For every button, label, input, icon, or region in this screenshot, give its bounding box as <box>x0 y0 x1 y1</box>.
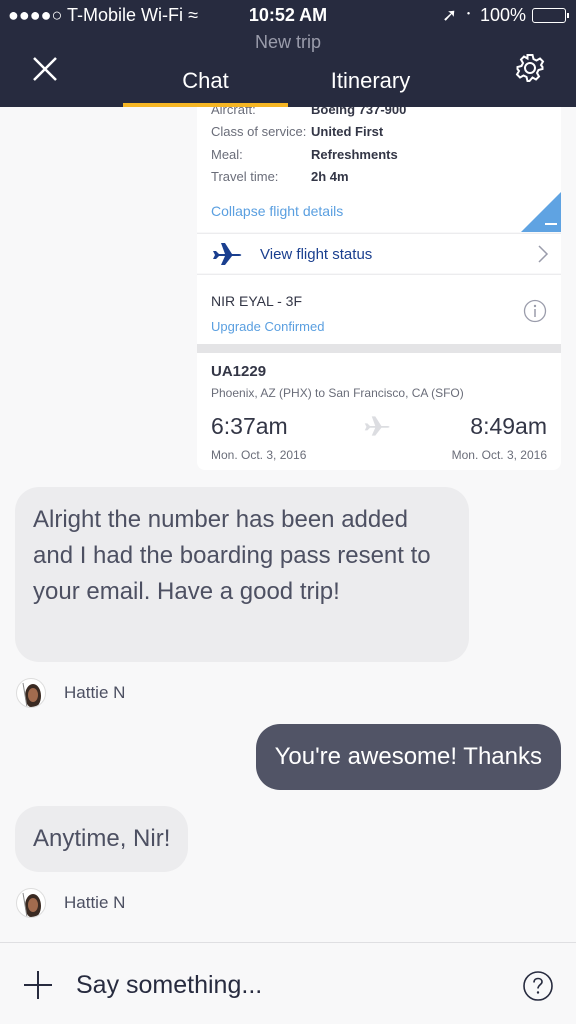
info-button[interactable] <box>523 299 547 328</box>
view-flight-status-row[interactable]: View flight status <box>197 233 561 273</box>
info-icon <box>523 299 547 323</box>
airplane-icon <box>363 415 391 442</box>
arrival-time: 8:49am <box>470 413 547 439</box>
flight-segment-card: UA1229 Phoenix, AZ (PHX) to San Francisc… <box>197 353 561 470</box>
detail-key: Aircraft: <box>211 107 256 117</box>
detail-row-travel-time: Travel time: 2h 4m <box>211 169 349 184</box>
detail-row-meal: Meal: Refreshments <box>211 147 398 162</box>
upgrade-status: Upgrade Confirmed <box>211 319 325 334</box>
agent-message: Anytime, Nir! <box>15 806 189 872</box>
departure-date: Mon. Oct. 3, 2016 <box>211 448 307 462</box>
close-button[interactable] <box>30 54 60 84</box>
flight-number: UA1229 <box>211 363 267 380</box>
detail-value: Boeing 737-900 <box>311 107 407 117</box>
tab-chat[interactable]: Chat <box>123 68 288 94</box>
passenger-row: NIR EYAL - 3F Upgrade Confirmed <box>197 274 561 344</box>
help-icon <box>523 971 553 1001</box>
avatar <box>16 888 46 918</box>
settings-button[interactable] <box>514 52 546 84</box>
bluetooth-icon: ᛫ <box>463 5 474 25</box>
departure-time: 6:37am <box>211 413 288 439</box>
attach-button[interactable] <box>22 969 54 1006</box>
flight-route: Phoenix, AZ (PHX) to San Francisco, CA (… <box>211 386 464 400</box>
trip-title: New trip <box>254 32 321 52</box>
sender-name: Hattie N <box>64 893 126 912</box>
detail-value: Refreshments <box>311 147 398 162</box>
status-bar: ●●●●○ T-Mobile Wi-Fi ≈ 10:52 AM ➚ ᛫ 100% <box>0 0 576 32</box>
battery-icon <box>532 8 569 23</box>
plus-icon <box>24 971 52 999</box>
collapse-corner-button[interactable] <box>521 192 561 232</box>
avatar <box>16 678 46 708</box>
flight-details-card: Aircraft: Boeing 737-900 Class of service… <box>197 107 561 232</box>
view-flight-status-label: View flight status <box>260 246 373 263</box>
help-button[interactable] <box>522 970 554 1007</box>
message-input[interactable] <box>76 967 496 1003</box>
detail-value: United First <box>311 124 384 139</box>
sender-name: Hattie N <box>64 683 126 702</box>
airplane-icon <box>211 242 243 271</box>
detail-value: 2h 4m <box>311 169 349 184</box>
message-sender: Hattie N <box>16 888 125 918</box>
arrival-date: Mon. Oct. 3, 2016 <box>451 448 547 462</box>
status-right: ➚ ᛫ 100% <box>442 5 569 26</box>
detail-key: Travel time: <box>211 169 279 184</box>
user-message: You're awesome! Thanks <box>255 724 561 790</box>
detail-key: Meal: <box>211 147 243 162</box>
collapse-details-link[interactable]: Collapse flight details <box>211 203 343 219</box>
passenger-seat: NIR EYAL - 3F <box>211 293 303 309</box>
message-sender: Hattie N <box>16 678 125 708</box>
message-composer <box>0 942 576 1024</box>
app-header: ●●●●○ T-Mobile Wi-Fi ≈ 10:52 AM ➚ ᛫ 100%… <box>0 0 576 107</box>
location-arrow-icon: ➚ <box>442 5 458 25</box>
close-icon <box>33 57 57 81</box>
divider <box>197 344 561 353</box>
detail-key: Class of service: <box>211 124 307 139</box>
detail-row-aircraft: Aircraft: Boeing 737-900 <box>211 107 406 117</box>
minus-icon <box>521 192 561 232</box>
gear-icon <box>515 54 545 82</box>
detail-row-class: Class of service: United First <box>211 124 383 139</box>
chevron-right-icon <box>537 244 549 269</box>
battery-percent: 100% <box>479 5 526 25</box>
agent-message: Alright the number has been added and I … <box>15 487 469 662</box>
tab-itinerary[interactable]: Itinerary <box>288 68 453 94</box>
